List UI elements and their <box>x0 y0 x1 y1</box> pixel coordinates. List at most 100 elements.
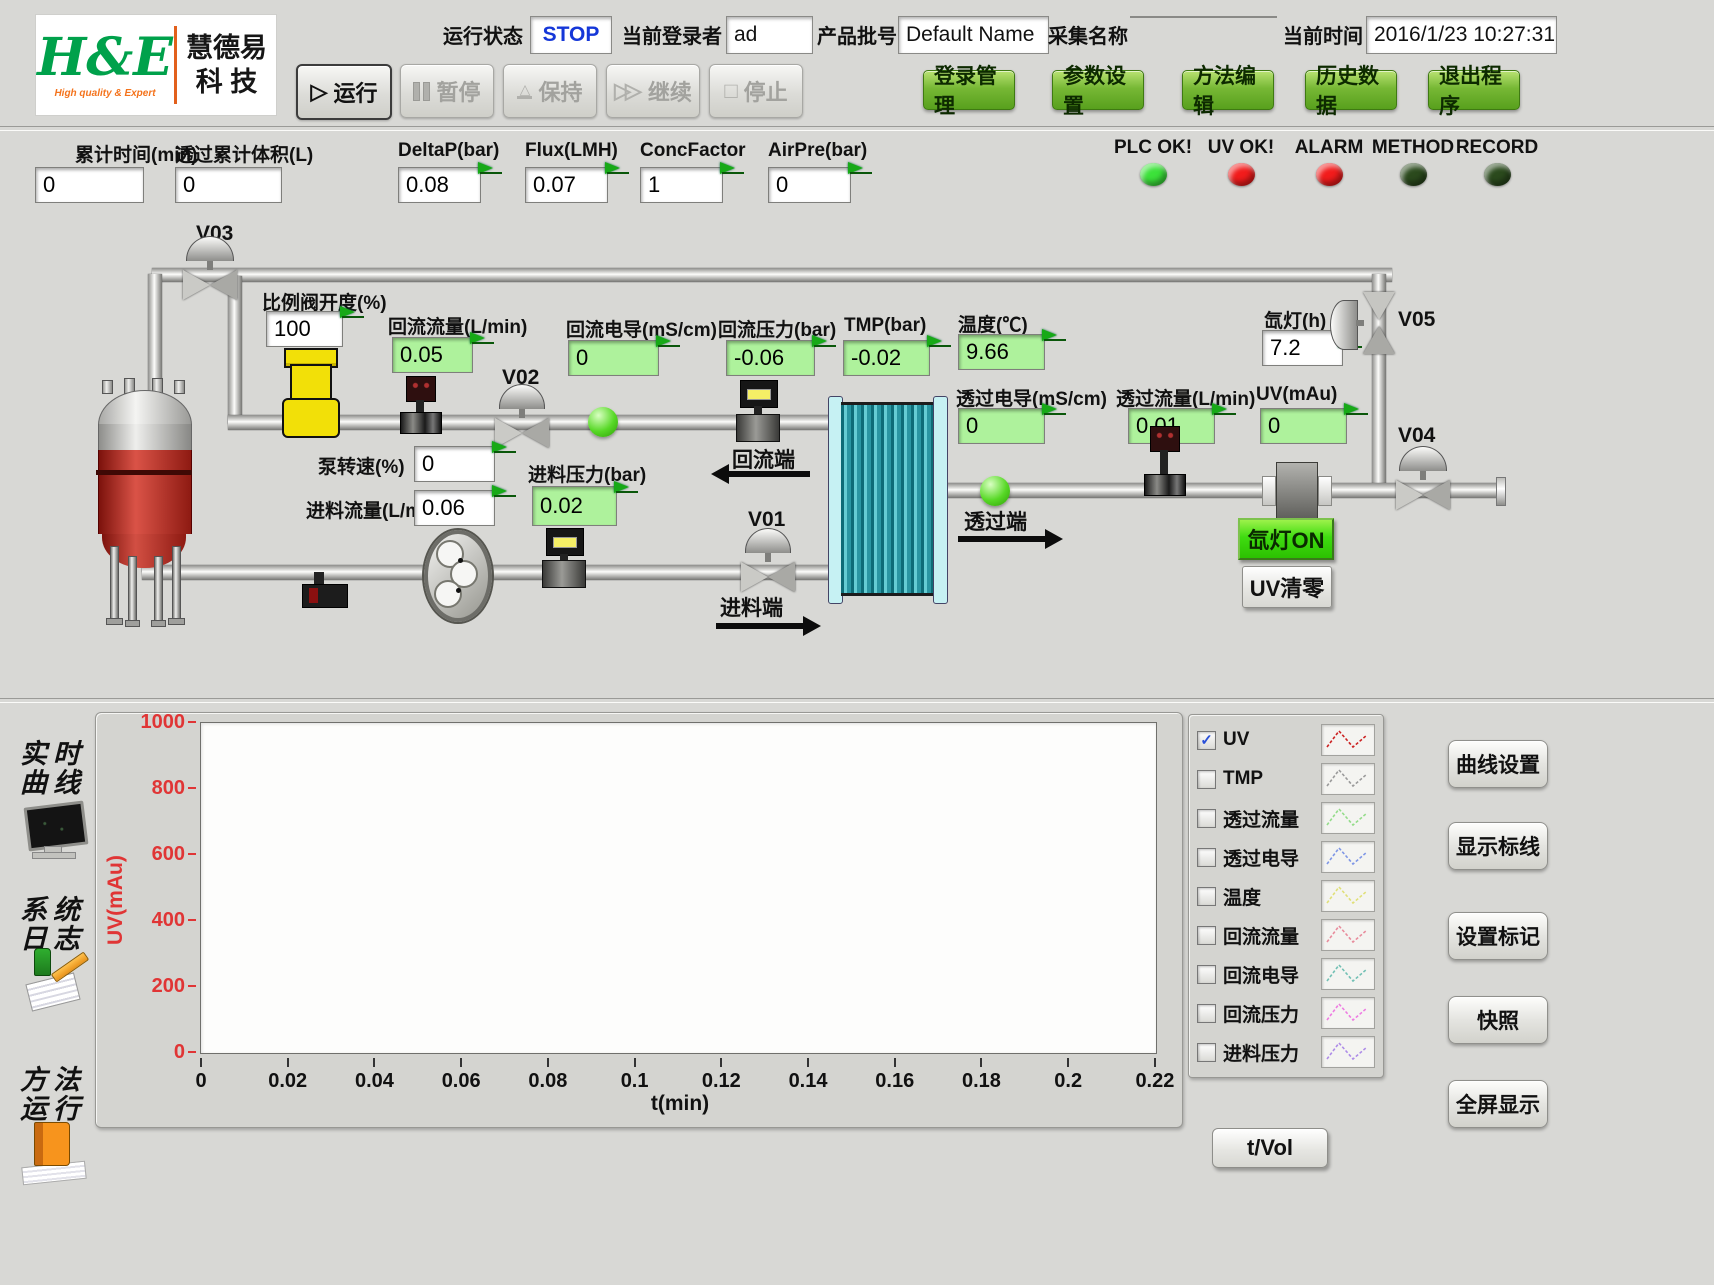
book-icon[interactable] <box>34 1122 70 1166</box>
sensor-flange <box>1144 474 1186 496</box>
hold-button[interactable]: △ 保持 <box>503 64 597 118</box>
collect-input[interactable] <box>1130 16 1277 18</box>
uv-zero-button[interactable]: UV清零 <box>1242 566 1332 608</box>
uv-ok-indicator: UV OK! <box>1196 137 1286 186</box>
uv-label: UV(mAu) <box>1256 384 1337 406</box>
fullscreen-button[interactable]: 全屏显示 <box>1448 1080 1548 1128</box>
x-tick: 0.04 <box>345 1058 403 1093</box>
permeate-arrow-icon <box>958 536 1046 542</box>
user-input[interactable]: ad <box>726 16 813 54</box>
reflux-cond-checkbox[interactable] <box>1197 965 1216 984</box>
legend-label: 进料压力 <box>1223 1039 1314 1066</box>
pause-button[interactable]: 暂停 <box>400 64 494 118</box>
legend-label: TMP <box>1223 768 1314 790</box>
status-ball <box>980 476 1010 506</box>
y-tick: 600 <box>152 845 196 863</box>
pump-dot <box>456 588 461 593</box>
y-tick: 400 <box>152 911 196 929</box>
stop-button[interactable]: □ 停止 <box>709 64 803 118</box>
t-vol-toggle-button[interactable]: t/Vol <box>1212 1128 1328 1168</box>
show-marker-line-button[interactable]: 显示标线 <box>1448 822 1548 870</box>
pump-dot <box>458 558 463 563</box>
reflux-flow-checkbox[interactable] <box>1197 926 1216 945</box>
sensor-flange <box>400 412 442 434</box>
temp-checkbox[interactable] <box>1197 887 1216 906</box>
valve-body <box>1394 480 1452 510</box>
sidebar-item-realtime-curve[interactable]: 实时 曲线 <box>20 740 86 798</box>
perm-flow-checkbox[interactable] <box>1197 809 1216 828</box>
uv-detector-flange <box>1262 476 1276 506</box>
run-button[interactable]: ▷ 运行 <box>296 64 392 120</box>
monitor-icon[interactable] <box>24 801 89 852</box>
pump-speed-label: 泵转速(%) <box>318 452 405 479</box>
set-marker-button[interactable]: 设置标记 <box>1448 912 1548 960</box>
reflux-press-checkbox[interactable] <box>1197 1004 1216 1023</box>
continue-button[interactable]: ▷▷ 继续 <box>606 64 700 118</box>
tank-foot <box>125 620 140 627</box>
legend-label: UV <box>1223 729 1314 751</box>
xenon-on-button[interactable]: 氙灯ON <box>1238 518 1334 560</box>
param-settings-button[interactable]: 参数设置 <box>1052 70 1144 110</box>
legend-row: TMP <box>1197 763 1375 795</box>
concfactor-label: ConcFactor <box>640 140 746 162</box>
collect-label: 采集名称 <box>1048 18 1128 56</box>
legend-line-sample <box>1321 997 1375 1029</box>
valve-v03 <box>182 236 238 300</box>
drain-sensor-icon <box>302 584 348 608</box>
curve-settings-button[interactable]: 曲线设置 <box>1448 740 1548 788</box>
method-edit-button[interactable]: 方法编辑 <box>1182 70 1274 110</box>
snapshot-button[interactable]: 快照 <box>1448 996 1548 1044</box>
valve-body <box>740 562 796 592</box>
continue-icon: ▷▷ <box>614 80 636 102</box>
tank-nozzle <box>102 380 113 394</box>
reflux-cond-value: 0 <box>568 340 659 376</box>
sidebar-label: 运行 <box>20 1095 86 1124</box>
perm-cond-checkbox[interactable] <box>1197 848 1216 867</box>
deltap-label: DeltaP(bar) <box>398 140 499 162</box>
flag-icon <box>1042 403 1068 417</box>
log-bottle-icon[interactable] <box>34 948 51 976</box>
feed-press-checkbox[interactable] <box>1197 1043 1216 1062</box>
stop-icon: □ <box>724 80 737 102</box>
legend-row: 回流压力 <box>1197 997 1375 1029</box>
legend-row: 回流电导 <box>1197 958 1375 990</box>
method-led <box>1400 163 1427 186</box>
pause-button-label: 暂停 <box>436 75 480 107</box>
status-ball <box>588 407 618 437</box>
prop-valve-bodyblock <box>282 398 340 438</box>
y-tick: 1000 <box>141 713 197 731</box>
chart-x-axis-label: t(min) <box>620 1092 740 1116</box>
login-manage-button[interactable]: 登录管理 <box>923 70 1015 110</box>
feed-flow-value[interactable]: 0.06 <box>414 490 495 526</box>
exit-button[interactable]: 退出程序 <box>1428 70 1520 110</box>
pump-lobe <box>434 580 462 608</box>
legend-line-sample <box>1321 841 1375 873</box>
uv-checkbox[interactable]: ✓ <box>1197 731 1216 750</box>
method-indicator: METHOD <box>1368 137 1458 186</box>
sidebar-item-method-run[interactable]: 方法 运行 <box>20 1066 86 1124</box>
flag-icon <box>340 306 366 320</box>
history-data-button[interactable]: 历史数据 <box>1305 70 1397 110</box>
valve-stem <box>207 261 213 270</box>
prop-valve-value[interactable]: 100 <box>266 311 343 347</box>
batch-input[interactable]: Default Name <box>898 16 1049 54</box>
logo-cn-line2: 科 技 <box>177 65 276 99</box>
legend-label: 透过流量 <box>1223 805 1314 832</box>
record-indicator-label: RECORD <box>1452 137 1542 159</box>
legend-label: 温度 <box>1223 883 1314 910</box>
feed-press-value: 0.02 <box>532 486 617 526</box>
chart-plot-area <box>200 722 1157 1054</box>
uv-detector-flange <box>1318 476 1332 506</box>
flag-icon <box>720 162 746 176</box>
sidebar-item-system-log[interactable]: 系统 日志 <box>20 896 86 954</box>
pump-speed-value[interactable]: 0 <box>414 446 495 482</box>
tank-foot <box>168 618 185 625</box>
x-tick: 0.08 <box>519 1058 577 1093</box>
valve-body <box>182 270 238 300</box>
alarm-indicator: ALARM <box>1284 137 1374 186</box>
tank-leg <box>154 556 163 622</box>
logo-cn-line1: 慧德易 <box>177 31 276 65</box>
reflux-flow-sensor-icon <box>406 376 436 402</box>
valve-actuator <box>499 384 545 409</box>
tmp-checkbox[interactable] <box>1197 770 1216 789</box>
